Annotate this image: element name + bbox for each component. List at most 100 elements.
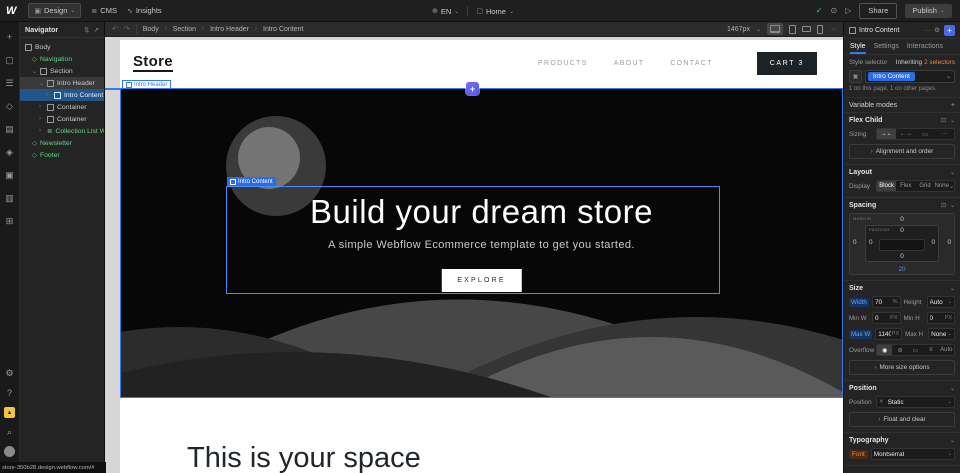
min-width-unit[interactable]: PX <box>890 315 897 321</box>
cart-button[interactable]: CART 3 <box>757 52 817 75</box>
nav-link-contact[interactable]: CONTACT <box>670 60 712 67</box>
padding-left-value[interactable]: 0 <box>869 239 873 246</box>
below-section[interactable]: This is your space <box>120 398 843 473</box>
avatar[interactable] <box>4 446 15 457</box>
max-height-input[interactable]: None ⌄ <box>928 328 955 340</box>
position-select[interactable]: ✕ Static ⌄ <box>876 396 955 408</box>
tree-item-intro-content[interactable]: › Intro Content <box>20 89 104 101</box>
gear-icon[interactable]: ⚙ <box>934 26 940 34</box>
overflow-visible-icon[interactable]: ◉ <box>877 345 892 355</box>
layout-title[interactable]: Layout <box>849 169 872 176</box>
caret-down-icon[interactable]: ⌄ <box>32 68 37 75</box>
add-elements-icon[interactable]: + <box>4 31 16 43</box>
webflow-logo-icon[interactable]: W <box>6 5 18 17</box>
chevron-down-icon[interactable]: ⌄ <box>950 117 955 124</box>
padding-right-value[interactable]: 0 <box>931 239 935 246</box>
collapse-all-icon[interactable]: ⇅ <box>84 26 89 34</box>
tab-interactions[interactable]: Interactions <box>907 39 943 54</box>
nav-link-about[interactable]: ABOUT <box>614 60 645 67</box>
components-icon[interactable]: ◇ <box>4 100 16 112</box>
flex-child-title[interactable]: Flex Child <box>849 117 882 124</box>
publish-button[interactable]: Publish ⌄ <box>905 4 952 18</box>
design-mode-button[interactable]: ▣ Design ⌄ <box>28 3 81 18</box>
inheriting-selectors-link[interactable]: 2 selectors <box>924 59 955 66</box>
max-width-unit[interactable]: PX <box>892 331 899 337</box>
chevron-down-icon[interactable]: ⌄ <box>950 202 955 209</box>
typography-title[interactable]: Typography <box>849 437 889 444</box>
breadcrumb-intro-content[interactable]: Intro Content <box>263 26 303 33</box>
font-select[interactable]: Montserrat ⌄ <box>871 448 955 460</box>
sizing-fixed-option[interactable]: ▭ <box>916 129 935 139</box>
overflow-auto-option[interactable]: Auto <box>939 345 954 355</box>
spacing-title[interactable]: Spacing <box>849 202 876 209</box>
insights-button[interactable]: ∿ Insights <box>127 6 162 15</box>
sizing-more-option[interactable]: ··· <box>935 129 954 139</box>
search-icon[interactable]: ⌕ <box>4 426 16 438</box>
width-input[interactable]: 70 % <box>872 296 901 308</box>
redo-icon[interactable]: ↷ <box>124 25 130 33</box>
apps-icon[interactable]: ⊞ <box>4 215 16 227</box>
margin-left-value[interactable]: 0 <box>853 239 857 246</box>
display-flex-option[interactable]: Flex <box>896 181 915 191</box>
libraries-icon[interactable]: ▥ <box>4 192 16 204</box>
padding-bottom-value[interactable]: 0 <box>866 253 938 260</box>
spacing-mode-icon[interactable]: + <box>944 25 955 36</box>
caret-right-icon[interactable]: › <box>39 104 44 110</box>
site-header[interactable]: Store PRODUCTS ABOUT CONTACT CART 3 <box>120 40 843 86</box>
tree-item-footer[interactable]: ◇ Footer <box>20 149 104 161</box>
tree-item-collection-list[interactable]: › ≣ Collection List Wra... <box>20 125 104 137</box>
nav-link-products[interactable]: PRODUCTS <box>538 60 588 67</box>
section-heading[interactable]: This is your space <box>187 442 421 473</box>
tree-item-container[interactable]: › Container <box>20 113 104 125</box>
intro-content-element-badge[interactable]: Intro Content <box>227 177 276 186</box>
cms-button[interactable]: ≣ CMS <box>91 6 117 15</box>
margin-top-value[interactable]: 0 <box>850 216 954 223</box>
more-size-options-button[interactable]: › More size options <box>849 360 955 375</box>
alignment-and-order-button[interactable]: › Alignment and order <box>849 144 955 159</box>
chevron-down-icon[interactable]: ⌄ <box>950 169 955 176</box>
page-selector[interactable]: ▢ Home ⌄ <box>476 7 514 16</box>
interactions-icon[interactable]: ◈ <box>4 146 16 158</box>
overflow-clip-icon[interactable]: ≡ <box>923 345 938 355</box>
tablet-icon[interactable] <box>789 25 796 34</box>
variable-modes-row[interactable]: Variable modes + <box>844 98 960 113</box>
height-input[interactable]: Auto ⌄ <box>927 296 956 308</box>
chevron-down-icon[interactable]: ⌄ <box>950 385 955 392</box>
float-and-clear-button[interactable]: › Float and clear <box>849 412 955 427</box>
caret-down-icon[interactable]: ⌄ <box>39 80 44 87</box>
position-title[interactable]: Position <box>849 385 877 392</box>
variables-icon[interactable]: ▤ <box>4 123 16 135</box>
locale-selector[interactable]: ⊕ EN ⌄ <box>432 7 459 16</box>
spacing-settings-icon[interactable]: ⊡ <box>941 202 946 209</box>
canvas[interactable]: Store PRODUCTS ABOUT CONTACT CART 3 Intr… <box>105 37 843 473</box>
page[interactable]: Store PRODUCTS ABOUT CONTACT CART 3 Intr… <box>120 40 843 473</box>
size-title[interactable]: Size <box>849 285 863 292</box>
display-grid-option[interactable]: Grid <box>915 181 934 191</box>
max-width-input[interactable]: 1140 PX <box>875 328 902 340</box>
site-logo[interactable]: Store <box>133 54 173 73</box>
breakpoint-desktop-button[interactable] <box>767 23 783 35</box>
viewport-width-value[interactable]: 1467px <box>727 26 750 33</box>
caret-right-icon[interactable]: › <box>46 92 51 98</box>
navigator-icon[interactable]: ☰ <box>4 77 16 89</box>
audit-warning-icon[interactable]: ▲ <box>4 407 15 418</box>
intro-header-element-label[interactable]: Intro Header <box>122 80 171 89</box>
min-height-input[interactable]: 0 PX <box>927 312 956 324</box>
class-chip[interactable]: Intro Content <box>868 72 915 81</box>
margin-bottom-value[interactable]: 20 <box>850 266 954 273</box>
add-variable-mode-icon[interactable]: + <box>951 102 955 109</box>
class-selector-input[interactable]: Intro Content ⌄ <box>865 70 955 83</box>
display-none-option[interactable]: None ⌄ <box>935 181 954 191</box>
chevron-down-icon[interactable]: ⌄ <box>950 285 955 292</box>
comments-icon[interactable]: ⊙ <box>830 6 837 15</box>
width-unit[interactable]: % <box>893 299 898 305</box>
sizing-grow-option[interactable]: ←→ <box>896 129 915 139</box>
tree-item-section[interactable]: ⌄ Section <box>20 65 104 77</box>
breadcrumb-body[interactable]: Body <box>143 26 159 33</box>
min-height-unit[interactable]: PX <box>945 315 952 321</box>
tree-item-navigation[interactable]: ◇ Navigation <box>20 53 104 65</box>
share-button[interactable]: Share <box>859 3 897 19</box>
phone-portrait-icon[interactable] <box>817 25 823 34</box>
more-breakpoints-icon[interactable]: ··· <box>829 26 836 33</box>
caret-right-icon[interactable]: › <box>39 128 44 134</box>
